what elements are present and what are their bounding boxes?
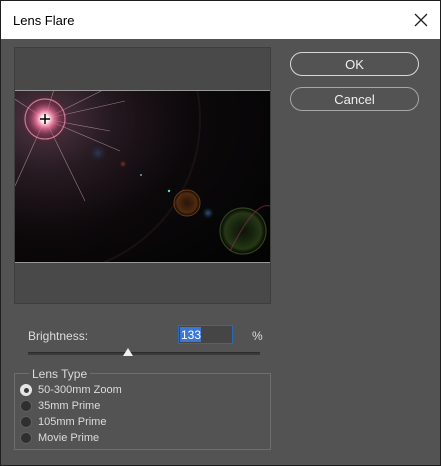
radio-label: 105mm Prime bbox=[38, 416, 107, 428]
lens-flare-dialog: Lens Flare OK Cancel Brightness: 133 % L… bbox=[0, 0, 441, 466]
close-icon bbox=[414, 13, 428, 27]
radio-50-300mm-zoom[interactable]: 50-300mm Zoom bbox=[20, 382, 122, 398]
brightness-input[interactable] bbox=[178, 325, 233, 344]
radio-button[interactable] bbox=[20, 416, 32, 428]
brightness-unit: % bbox=[252, 329, 263, 343]
ok-button[interactable]: OK bbox=[290, 52, 419, 76]
flare-preview-image bbox=[15, 91, 270, 262]
radio-105mm-prime[interactable]: 105mm Prime bbox=[20, 414, 106, 430]
title-bar: Lens Flare bbox=[1, 1, 440, 39]
brightness-slider-track[interactable] bbox=[28, 352, 260, 355]
radio-button[interactable] bbox=[20, 432, 32, 444]
radio-label: 35mm Prime bbox=[38, 400, 101, 412]
dialog-title: Lens Flare bbox=[13, 13, 75, 28]
flare-preview[interactable] bbox=[15, 90, 270, 263]
brightness-slider-thumb[interactable] bbox=[122, 348, 133, 356]
lens-type-legend: Lens Type bbox=[29, 367, 91, 381]
radio-button[interactable] bbox=[20, 400, 32, 412]
brightness-label: Brightness: bbox=[28, 329, 89, 343]
radio-35mm-prime[interactable]: 35mm Prime bbox=[20, 398, 100, 414]
cancel-button[interactable]: Cancel bbox=[290, 87, 419, 111]
close-button[interactable] bbox=[406, 5, 436, 35]
radio-button[interactable] bbox=[20, 384, 32, 396]
radio-label: Movie Prime bbox=[38, 432, 100, 444]
radio-movie-prime[interactable]: Movie Prime bbox=[20, 430, 99, 446]
radio-label: 50-300mm Zoom bbox=[38, 384, 122, 396]
